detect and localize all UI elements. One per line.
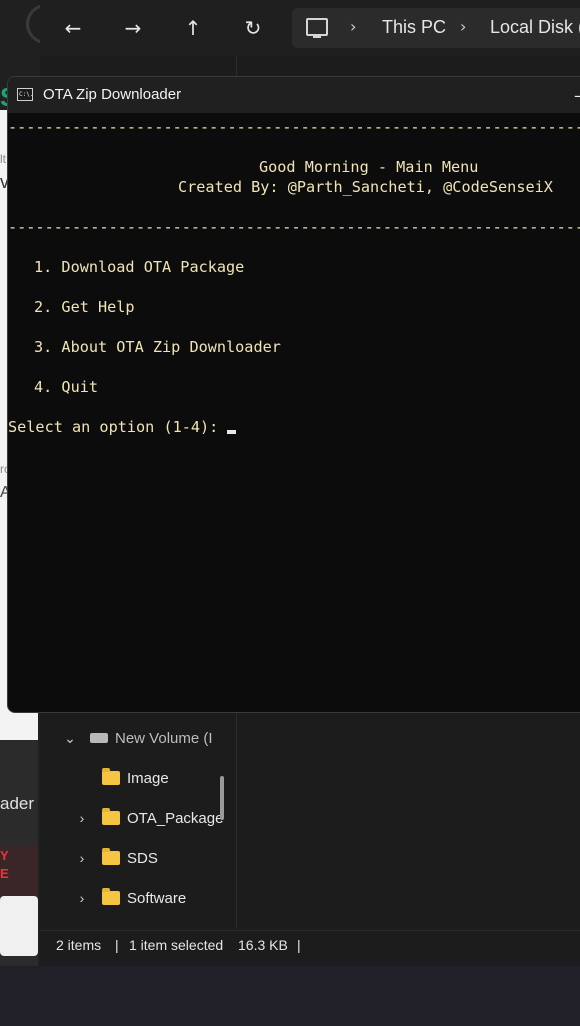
- chevron-right-icon[interactable]: ›: [70, 810, 94, 826]
- menu-option-help: 2. Get Help: [34, 298, 135, 316]
- console-titlebar[interactable]: C:\. OTA Zip Downloader –: [8, 77, 580, 113]
- menu-option-download: 1. Download OTA Package: [34, 258, 245, 276]
- folder-icon: [102, 848, 120, 865]
- console-window[interactable]: C:\. OTA Zip Downloader – --------------…: [7, 76, 580, 713]
- menu-heading: Good Morning - Main Menu: [259, 158, 479, 176]
- credits-line: Created By: @Parth_Sancheti, @CodeSensei…: [178, 178, 553, 196]
- nav-item-label: OTA_Package: [127, 809, 224, 827]
- folder-icon: [102, 808, 120, 825]
- breadcrumb-local-disk[interactable]: Local Disk (C: [490, 17, 580, 38]
- chevron-down-icon[interactable]: ⌄: [58, 730, 82, 747]
- separator-line: ----------------------------------------…: [8, 118, 580, 136]
- nav-item-sds[interactable]: › SDS: [70, 846, 158, 870]
- address-bar[interactable]: › This PC › Local Disk (C: [292, 8, 580, 48]
- nav-scrollbar[interactable]: [220, 776, 224, 820]
- chevron-right-icon[interactable]: ›: [70, 890, 94, 906]
- window-title: OTA Zip Downloader: [43, 86, 182, 103]
- status-item-count: 2 items: [56, 937, 102, 953]
- back-arrow-icon[interactable]: ←: [59, 14, 87, 42]
- drive-icon: [90, 733, 108, 743]
- menu-option-about: 3. About OTA Zip Downloader: [34, 338, 281, 356]
- nav-item-ota-package[interactable]: › OTA_Package: [70, 806, 223, 830]
- nav-item-software[interactable]: › Software: [70, 886, 186, 910]
- folder-icon: [102, 768, 120, 785]
- status-separator: |: [297, 937, 301, 953]
- status-separator: |: [115, 937, 119, 953]
- status-bar: 2 items | 1 item selected 16.3 KB |: [40, 930, 580, 961]
- pc-icon: [306, 18, 328, 38]
- cmd-icon: C:\.: [17, 88, 33, 101]
- thumbnail: [0, 896, 38, 956]
- terminal-output[interactable]: ----------------------------------------…: [8, 113, 580, 436]
- chevron-right-icon[interactable]: ›: [460, 17, 466, 36]
- fragment-text: Y: [0, 848, 9, 863]
- separator-line: ----------------------------------------…: [8, 218, 580, 236]
- fragment-text: ader: [0, 794, 35, 813]
- fragment-text: E: [0, 866, 9, 881]
- chevron-right-icon[interactable]: ›: [70, 850, 94, 866]
- status-selection: 1 item selected: [129, 937, 224, 953]
- app-logo: [26, 4, 40, 44]
- explorer-toolbar: ← → ↑ ↻ › This PC › Local Disk (C: [40, 0, 580, 56]
- minimize-button[interactable]: –: [574, 86, 580, 105]
- prompt-text: Select an option (1-4):: [8, 418, 228, 436]
- prompt-line[interactable]: Select an option (1-4):: [8, 417, 237, 437]
- nav-item-label: Software: [127, 889, 187, 907]
- breadcrumb-this-pc[interactable]: This PC: [382, 17, 446, 38]
- folder-icon: [102, 888, 120, 905]
- forward-arrow-icon[interactable]: →: [119, 14, 147, 42]
- nav-item-new-volume[interactable]: ⌄ New Volume (I: [58, 726, 213, 750]
- nav-item-label: New Volume (I: [115, 729, 213, 747]
- up-arrow-icon[interactable]: ↑: [179, 14, 207, 42]
- nav-item-image[interactable]: Image: [102, 766, 169, 790]
- nav-item-label: SDS: [127, 849, 158, 867]
- nav-item-label: Image: [127, 769, 169, 787]
- fragment-text: lt: [0, 152, 6, 166]
- status-size: 16.3 KB: [238, 937, 288, 953]
- taskbar-area: [0, 966, 580, 1026]
- text-cursor: [227, 430, 237, 434]
- refresh-icon[interactable]: ↻: [239, 14, 267, 42]
- menu-option-quit: 4. Quit: [34, 378, 99, 396]
- chevron-right-icon[interactable]: ›: [350, 17, 356, 36]
